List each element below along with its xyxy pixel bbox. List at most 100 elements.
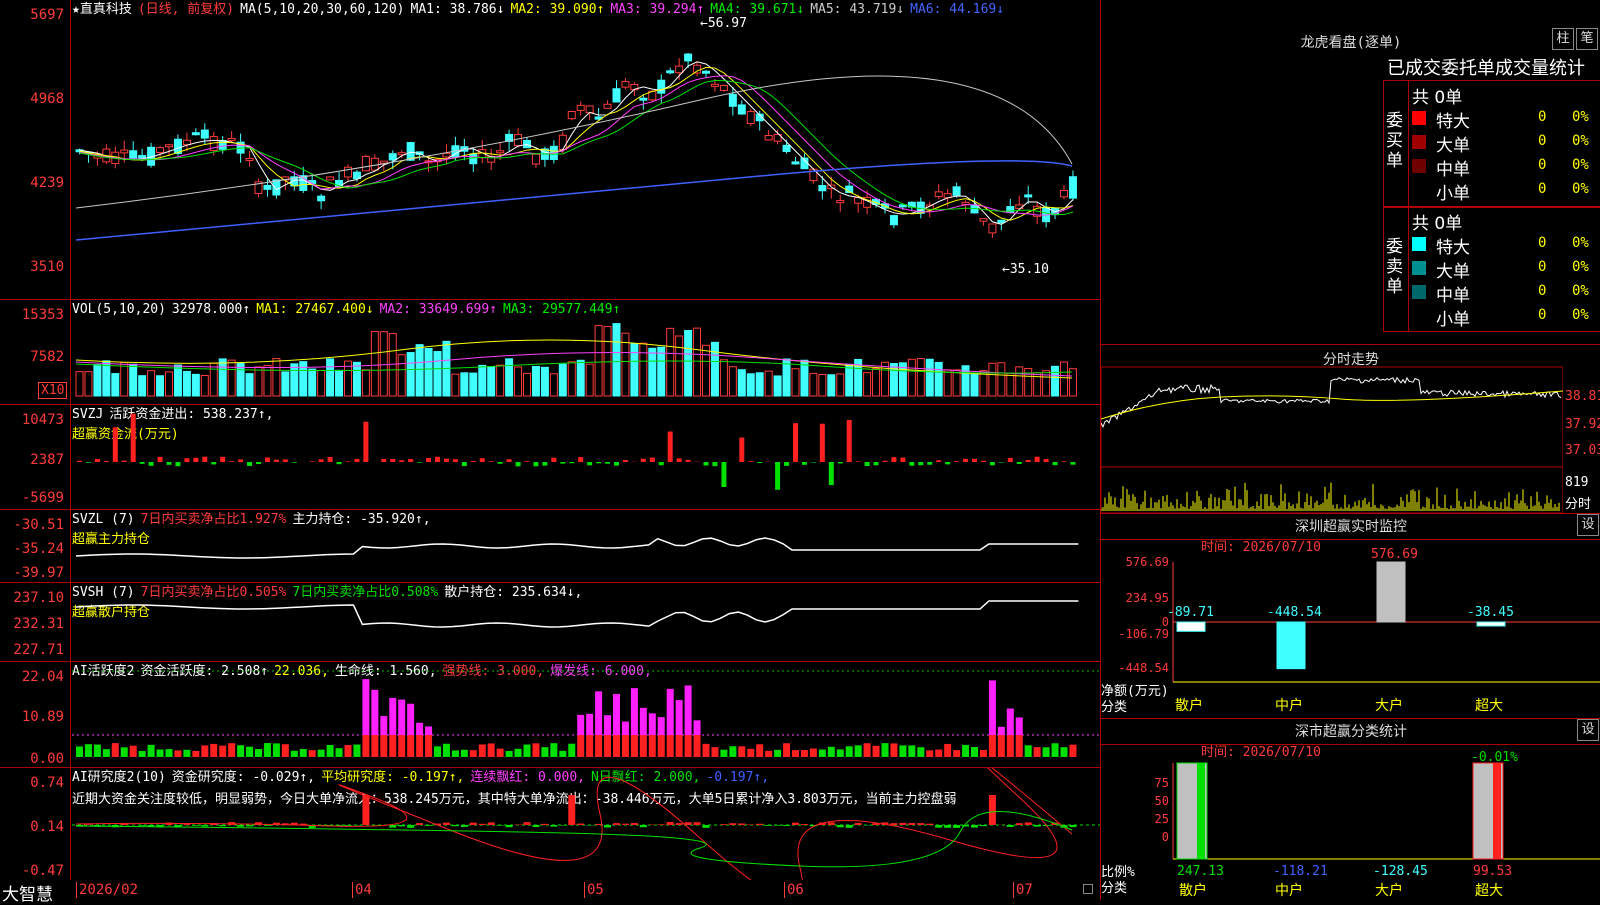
candle-body <box>703 71 710 73</box>
order-row: 中单 0 0% <box>1412 155 1600 177</box>
activity-bar <box>819 750 826 757</box>
volume-bar <box>309 369 316 396</box>
activity-bar <box>837 749 844 757</box>
research-bar <box>685 822 692 825</box>
candle-body <box>568 112 575 119</box>
order-row: 小单 0 0% <box>1412 305 1600 327</box>
fund-bar <box>220 457 225 462</box>
intraday-panel[interactable]: 分时走势 38.81 37.92 37.03 819 分时 <box>1100 345 1600 514</box>
monitor-y-label: 576.69 <box>1126 555 1169 569</box>
bar-mode-button[interactable]: 柱 <box>1552 28 1574 50</box>
tick-mode-button[interactable]: 笔 <box>1576 28 1598 50</box>
research-bar <box>622 824 629 825</box>
fund-bar <box>883 461 888 462</box>
candle-body <box>1025 195 1032 197</box>
fund-bar <box>319 459 324 462</box>
ma-line <box>80 80 1073 214</box>
volume-bar <box>246 374 253 396</box>
fund-bar <box>542 462 547 466</box>
order-color-swatch <box>1412 285 1426 299</box>
activity-bar <box>649 735 656 757</box>
activity-bar <box>756 744 763 757</box>
volume-bar <box>139 376 146 396</box>
candle-body <box>577 105 584 110</box>
candle-body <box>327 177 334 180</box>
candle-body <box>640 98 647 100</box>
svsh-pane[interactable]: 237.10 232.31 227.71 SVSH (7)7日内买卖净占比0.5… <box>0 583 1100 662</box>
volume-bar <box>1052 366 1059 396</box>
monitor-value: -448.54 <box>1267 605 1322 620</box>
ma-line <box>80 76 1073 215</box>
research-bar <box>944 825 951 828</box>
research-bar <box>774 825 781 826</box>
stats-top-label: -0.01% <box>1471 750 1518 765</box>
activity-bar <box>192 751 199 757</box>
fund-bar <box>900 458 905 462</box>
research-bar <box>917 823 924 825</box>
fund-bar <box>721 462 726 487</box>
fund-bar <box>498 462 503 464</box>
fund-bar <box>292 462 297 463</box>
volume-bar <box>282 372 289 396</box>
volume-bar <box>962 366 969 396</box>
activity-bar <box>720 750 727 757</box>
stats-y-label: 25 <box>1155 812 1169 826</box>
activity-bar <box>327 745 334 757</box>
volume-bar <box>792 369 799 396</box>
volume-bar <box>425 348 432 396</box>
fund-bar <box>283 459 288 462</box>
stats-value: -128.45 <box>1373 864 1428 879</box>
fund-bar <box>963 459 968 462</box>
activity-bar <box>318 750 325 757</box>
research-bar <box>201 825 208 826</box>
volume-bar <box>640 343 647 396</box>
research-bar <box>1034 825 1041 827</box>
ai-research-pane[interactable]: 0.74 0.14 -0.47 AI研究度2(10)资金研究度: -0.029↑… <box>0 768 1100 881</box>
kline-pane[interactable]: 5697 4968 4239 3510 ★直真科技(日线, 前复权)MA(5,1… <box>0 0 1100 300</box>
volume-bar <box>157 376 164 396</box>
research-bar <box>541 824 548 825</box>
dragon-tiger-panel: 龙虎看盘(逐单) 柱 笔 已成交委托单成交量统计 委买单 共 0单 特大 0 0… <box>1100 0 1600 345</box>
volume-bar <box>183 371 190 396</box>
x-label: 06 <box>784 882 804 898</box>
activity-bar <box>237 745 244 757</box>
research-bar <box>640 825 647 827</box>
monitor-bar <box>1477 622 1505 626</box>
research-bar <box>631 823 638 825</box>
research-bar <box>676 823 683 825</box>
volume-bar <box>94 365 101 396</box>
ai-research-bars <box>0 768 1100 880</box>
activity-bar <box>890 743 897 757</box>
svzj-pane[interactable]: 10473 2387 -5699 SVZJ活跃资金进出: 538.237↑, 超… <box>0 405 1100 510</box>
fund-bar <box>274 460 279 462</box>
volume-bar <box>130 364 137 396</box>
volume-bar <box>998 363 1005 396</box>
lock-icon[interactable] <box>1083 884 1093 894</box>
research-bar <box>1007 825 1014 827</box>
order-count: 0 <box>1538 259 1546 275</box>
research-bar <box>532 825 539 827</box>
activity-bar <box>157 749 164 757</box>
fund-bar <box>1035 457 1040 462</box>
activity-bar <box>488 743 495 757</box>
volume-pane[interactable]: 15353 7582 X10 VOL(5,10,20)32978.000↑MA1… <box>0 300 1100 405</box>
candle-body <box>711 84 718 86</box>
research-bar <box>846 825 853 828</box>
research-bar <box>192 825 199 826</box>
fund-bar <box>131 414 136 462</box>
order-pct: 0% <box>1572 283 1589 299</box>
research-bar <box>246 825 253 826</box>
monitor-category: 散户 <box>1175 697 1203 714</box>
volume-bar <box>989 363 996 396</box>
research-bar <box>470 823 477 825</box>
ai-activity-pane[interactable]: 22.04 10.89 0.00 AI活跃度2资金活跃度: 2.508↑22.0… <box>0 662 1100 768</box>
candle-body <box>935 192 942 197</box>
order-pct: 0% <box>1572 181 1589 197</box>
research-bar <box>792 823 799 825</box>
svzl-pane[interactable]: -30.51 -35.24 -39.97 SVZL (7)7日内买卖净占比1.9… <box>0 510 1100 583</box>
volume-bar <box>828 375 835 396</box>
app-logo: 大智慧 <box>2 880 53 905</box>
research-bar <box>604 825 611 827</box>
fund-bar <box>211 462 216 464</box>
activity-bar <box>219 746 226 757</box>
